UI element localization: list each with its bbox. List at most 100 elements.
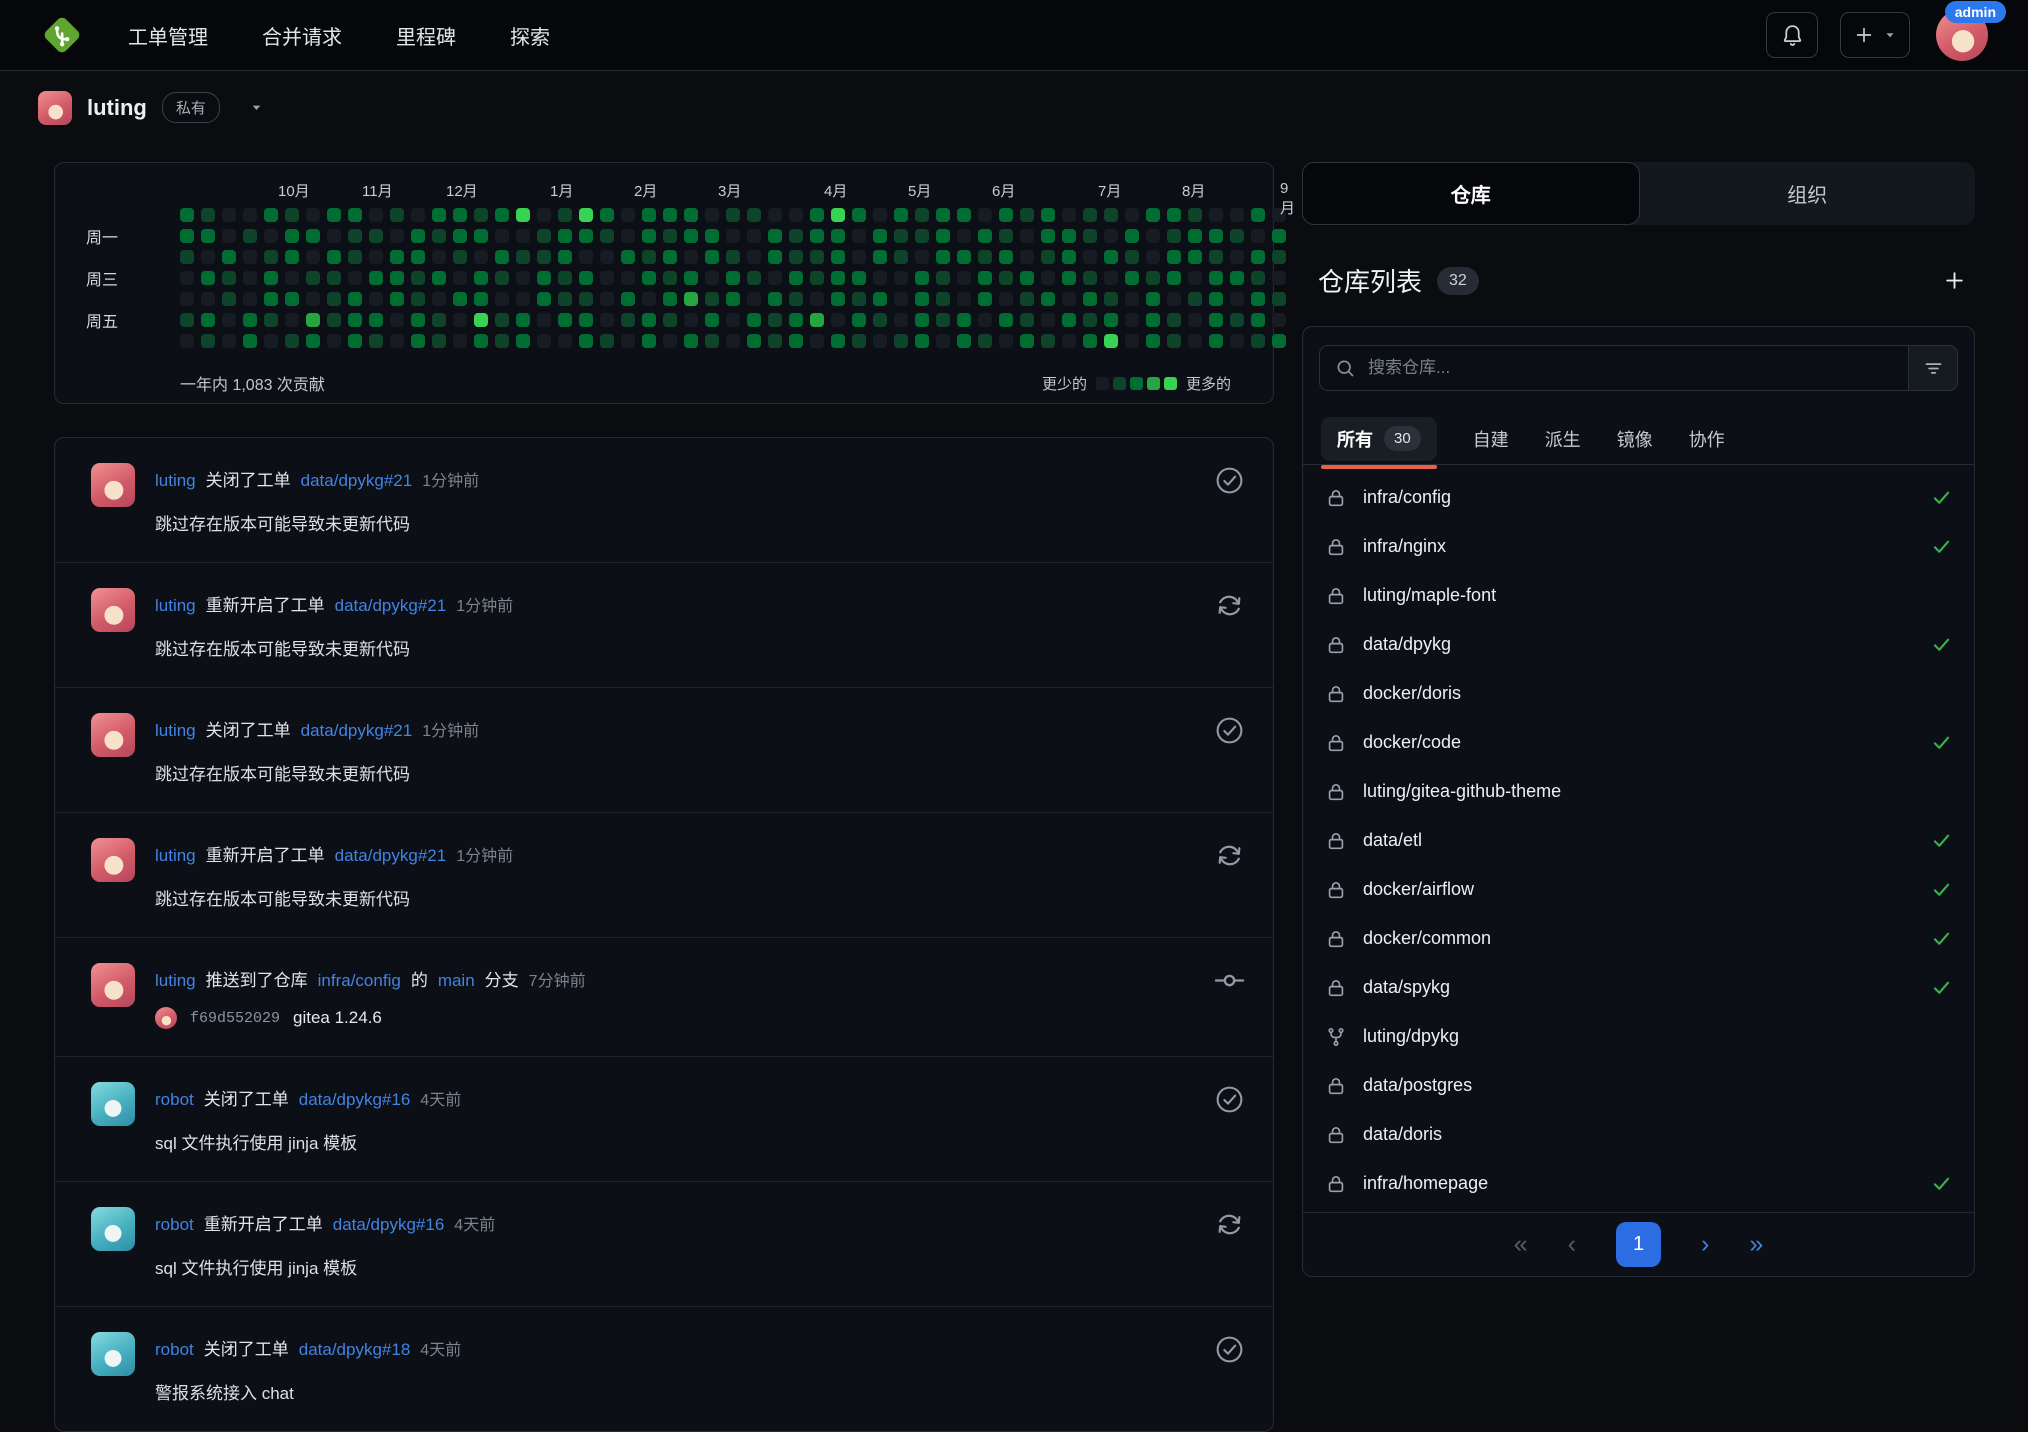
repo-row[interactable]: luting/dpykg xyxy=(1313,1012,1964,1061)
heatmap-cell xyxy=(327,334,341,348)
feed-target-link[interactable]: data/dpykg#21 xyxy=(335,596,447,616)
repo-row[interactable]: data/etl xyxy=(1313,816,1964,865)
repo-filter-tab-所有[interactable]: 所有30 xyxy=(1321,417,1437,461)
repo-row[interactable]: docker/code xyxy=(1313,718,1964,767)
feed-body-text: 警报系统接入 chat xyxy=(155,1379,1194,1404)
repo-name-link[interactable]: infra/nginx xyxy=(1363,536,1446,557)
repo-name-link[interactable]: data/etl xyxy=(1363,830,1422,851)
repo-filter-tab-协作[interactable]: 协作 xyxy=(1689,426,1725,452)
feed-body-text: 跳过存在版本可能导致未更新代码 xyxy=(155,760,1194,785)
feed-user-link[interactable]: luting xyxy=(155,846,196,866)
nav-item[interactable]: 里程碑 xyxy=(396,21,456,50)
context-caret-down-icon[interactable] xyxy=(249,100,264,115)
heatmap-cell xyxy=(432,292,446,306)
repo-filter-button[interactable] xyxy=(1908,346,1957,390)
nav-item[interactable]: 探索 xyxy=(510,21,550,50)
repo-row[interactable]: luting/gitea-github-theme xyxy=(1313,767,1964,816)
notifications-button[interactable] xyxy=(1766,12,1818,58)
repo-row[interactable]: data/spykg xyxy=(1313,963,1964,1012)
nav-item[interactable]: 工单管理 xyxy=(128,21,208,50)
repo-filter-tab-派生[interactable]: 派生 xyxy=(1545,426,1581,452)
heatmap-cell xyxy=(978,271,992,285)
repo-name-link[interactable]: docker/doris xyxy=(1363,683,1461,704)
feed-user-link[interactable]: robot xyxy=(155,1090,194,1110)
repo-name-link[interactable]: infra/homepage xyxy=(1363,1173,1488,1194)
tab-repositories[interactable]: 仓库 xyxy=(1302,162,1640,225)
context-user-avatar[interactable] xyxy=(38,91,72,125)
page-nav-link[interactable]: » xyxy=(1749,1230,1763,1259)
repo-name-link[interactable]: luting/dpykg xyxy=(1363,1026,1459,1047)
feed-target-link[interactable]: data/dpykg#16 xyxy=(333,1215,445,1235)
commit-line: f69d552029gitea 1.24.6 xyxy=(155,1007,1194,1029)
repo-row[interactable]: docker/common xyxy=(1313,914,1964,963)
repo-name-link[interactable]: data/doris xyxy=(1363,1124,1442,1145)
repo-row[interactable]: data/doris xyxy=(1313,1110,1964,1159)
repo-name-link[interactable]: infra/config xyxy=(1363,487,1451,508)
add-repo-button[interactable] xyxy=(1942,268,1967,293)
feed-avatar[interactable] xyxy=(91,588,135,632)
feed-action-text: 关闭了工单 xyxy=(206,466,291,491)
feed-branch-link[interactable]: main xyxy=(438,971,475,991)
feed-target-link[interactable]: data/dpykg#18 xyxy=(299,1340,411,1360)
heatmap-grid xyxy=(180,208,1286,355)
heatmap-cell xyxy=(894,250,908,264)
feed-avatar[interactable] xyxy=(91,463,135,507)
feed-avatar[interactable] xyxy=(91,1332,135,1376)
page-nav-link[interactable]: › xyxy=(1701,1230,1709,1259)
heatmap-cell xyxy=(936,208,950,222)
nav-item[interactable]: 合并请求 xyxy=(262,21,342,50)
feed-target-link[interactable]: infra/config xyxy=(318,971,401,991)
repo-row[interactable]: infra/config xyxy=(1313,473,1964,522)
feed-user-link[interactable]: luting xyxy=(155,471,196,491)
commit-hash-link[interactable]: f69d552029 xyxy=(190,1010,280,1027)
heatmap-cell xyxy=(243,313,257,327)
repo-name-link[interactable]: docker/code xyxy=(1363,732,1461,753)
repo-row[interactable]: luting/maple-font xyxy=(1313,571,1964,620)
heatmap-cell xyxy=(600,208,614,222)
heatmap-cell xyxy=(894,292,908,306)
repo-row[interactable]: data/postgres xyxy=(1313,1061,1964,1110)
repo-name-link[interactable]: luting/maple-font xyxy=(1363,585,1496,606)
feed-avatar[interactable] xyxy=(91,1082,135,1126)
feed-avatar[interactable] xyxy=(91,1207,135,1251)
gitea-logo-icon[interactable] xyxy=(40,13,84,57)
create-new-button[interactable] xyxy=(1840,12,1910,58)
repo-name-link[interactable]: docker/airflow xyxy=(1363,879,1474,900)
filter-tab-label: 所有 xyxy=(1337,426,1373,452)
repo-filter-tab-自建[interactable]: 自建 xyxy=(1473,426,1509,452)
heatmap-cell xyxy=(1083,313,1097,327)
repo-row[interactable]: infra/homepage xyxy=(1313,1159,1964,1208)
repo-search-input[interactable] xyxy=(1366,346,1908,390)
feed-avatar[interactable] xyxy=(91,963,135,1007)
repo-name-link[interactable]: data/postgres xyxy=(1363,1075,1472,1096)
repo-name-link[interactable]: luting/gitea-github-theme xyxy=(1363,781,1561,802)
feed-user-link[interactable]: luting xyxy=(155,721,196,741)
feed-target-link[interactable]: data/dpykg#21 xyxy=(335,846,447,866)
repo-name-link[interactable]: data/dpykg xyxy=(1363,634,1451,655)
feed-target-link[interactable]: data/dpykg#21 xyxy=(301,721,413,741)
page-current[interactable]: 1 xyxy=(1616,1222,1661,1267)
feed-item: robot关闭了工单data/dpykg#164天前sql 文件执行使用 jin… xyxy=(55,1056,1273,1181)
feed-avatar[interactable] xyxy=(91,838,135,882)
feed-target-link[interactable]: data/dpykg#16 xyxy=(299,1090,411,1110)
feed-user-link[interactable]: luting xyxy=(155,971,196,991)
repo-row[interactable]: data/dpykg xyxy=(1313,620,1964,669)
context-user-name[interactable]: luting xyxy=(87,95,147,121)
heatmap-month-label: 2月 xyxy=(634,180,657,201)
heatmap-cell xyxy=(1230,229,1244,243)
feed-body-text: sql 文件执行使用 jinja 模板 xyxy=(155,1129,1194,1154)
feed-avatar[interactable] xyxy=(91,713,135,757)
heatmap-cell xyxy=(1209,250,1223,264)
repo-filter-tab-镜像[interactable]: 镜像 xyxy=(1617,426,1653,452)
repo-name-link[interactable]: docker/common xyxy=(1363,928,1491,949)
repo-row[interactable]: infra/nginx xyxy=(1313,522,1964,571)
repo-name-link[interactable]: data/spykg xyxy=(1363,977,1450,998)
repo-row[interactable]: docker/airflow xyxy=(1313,865,1964,914)
tab-organizations[interactable]: 组织 xyxy=(1640,162,1976,225)
feed-target-link[interactable]: data/dpykg#21 xyxy=(301,471,413,491)
feed-user-link[interactable]: robot xyxy=(155,1340,194,1360)
feed-user-link[interactable]: luting xyxy=(155,596,196,616)
repo-row[interactable]: docker/doris xyxy=(1313,669,1964,718)
feed-user-link[interactable]: robot xyxy=(155,1215,194,1235)
heatmap-cell xyxy=(999,271,1013,285)
